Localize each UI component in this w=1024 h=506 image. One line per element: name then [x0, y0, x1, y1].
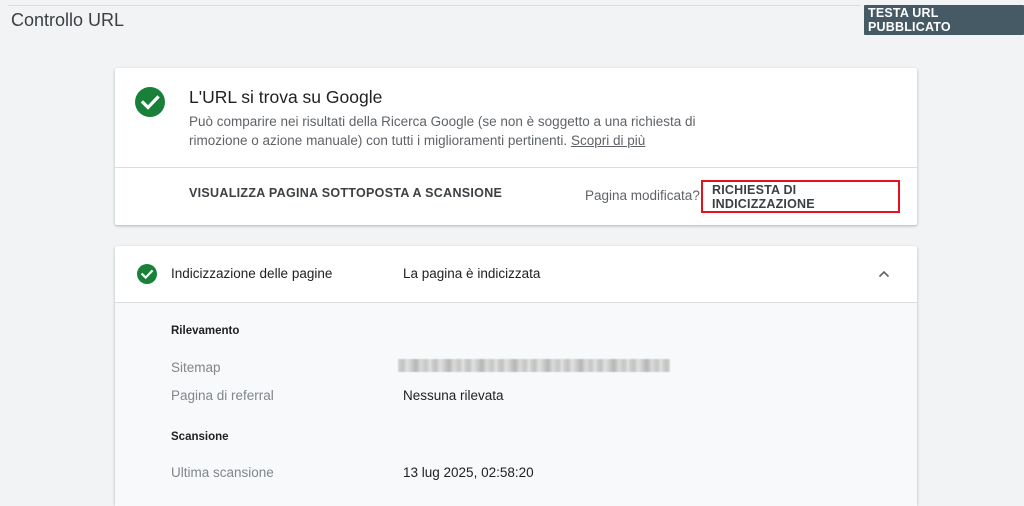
- chevron-up-icon[interactable]: [877, 267, 891, 281]
- crawl-heading: Scansione: [171, 431, 229, 443]
- discovery-heading: Rilevamento: [171, 325, 240, 337]
- last-crawl-value: 13 lug 2025, 02:58:20: [403, 465, 534, 480]
- page-indexing-header[interactable]: Indicizzazione delle pagine La pagina è …: [115, 246, 917, 302]
- status-title: L'URL si trova su Google: [189, 87, 383, 107]
- page-indexing-card: Indicizzazione delle pagine La pagina è …: [115, 246, 917, 506]
- view-crawled-page-button[interactable]: VISUALIZZA PAGINA SOTTOPOSTA A SCANSIONE: [189, 186, 502, 200]
- test-live-url-button[interactable]: TESTA URL PUBBLICATO: [864, 5, 1024, 35]
- referral-page-value: Nessuna rilevata: [403, 388, 504, 403]
- referral-page-label: Pagina di referral: [171, 388, 274, 403]
- page-title: Controllo URL: [11, 10, 125, 30]
- header-divider: [8, 5, 860, 6]
- last-crawl-label: Ultima scansione: [171, 465, 274, 480]
- sitemap-value-redacted: [398, 359, 670, 372]
- page-indexing-details: Rilevamento Sitemap Pagina di referral N…: [115, 302, 917, 506]
- page-modified-label: Pagina modificata?: [585, 188, 700, 203]
- learn-more-link[interactable]: Scopri di più: [571, 133, 645, 148]
- sitemap-label: Sitemap: [171, 360, 221, 375]
- page-indexing-status: La pagina è indicizzata: [403, 266, 541, 281]
- url-status-card: L'URL si trova su Google Può comparire n…: [115, 68, 917, 225]
- check-circle-icon: [135, 87, 165, 117]
- page-indexing-label: Indicizzazione delle pagine: [171, 266, 333, 281]
- request-indexing-button[interactable]: RICHIESTA DI INDICIZZAZIONE: [701, 180, 900, 213]
- card-divider: [115, 167, 917, 168]
- status-description: Può comparire nei risultati della Ricerc…: [189, 112, 709, 150]
- check-circle-icon: [137, 264, 157, 284]
